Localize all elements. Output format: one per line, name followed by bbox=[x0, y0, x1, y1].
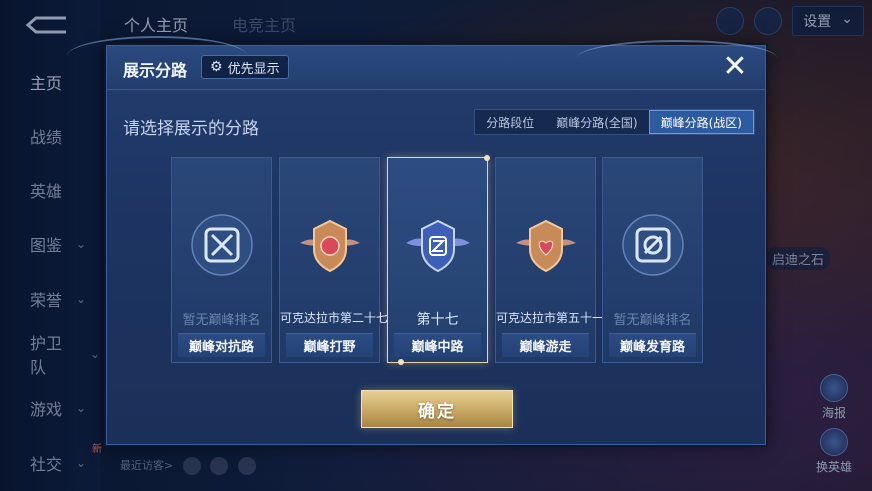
lane-card-bottom[interactable]: 暂无巅峰排名 巅峰发育路 bbox=[602, 157, 703, 363]
close-icon[interactable]: ✕ bbox=[719, 52, 751, 84]
dialog-subtitle: 请选择展示的分路 bbox=[123, 119, 259, 139]
lane-label: 巅峰游走 bbox=[502, 333, 589, 357]
rank-text: 可克达拉市第五十一 bbox=[496, 311, 605, 325]
lane-type-segmented-control: 分路段位 巅峰分路(全国) 巅峰分路(战区) bbox=[474, 109, 755, 135]
rank-text: 可克达拉市第二十七 bbox=[280, 311, 389, 325]
support-emblem-icon bbox=[515, 219, 576, 273]
marksman-icon bbox=[621, 214, 684, 276]
lane-label: 巅峰对抗路 bbox=[178, 333, 265, 357]
rank-text: 暂无巅峰排名 bbox=[182, 313, 261, 328]
jungle-emblem-icon bbox=[299, 219, 360, 273]
dialog-title: 展示分路 bbox=[123, 61, 188, 80]
lane-display-dialog: 展示分路 ⚙ 优先显示 ✕ 请选择展示的分路 分路段位 巅峰分路(全国) 巅峰分… bbox=[67, 36, 777, 445]
segment-peak-national[interactable]: 巅峰分路(全国) bbox=[545, 110, 648, 134]
lane-label: 巅峰打野 bbox=[286, 333, 373, 357]
lane-card-support[interactable]: 可克达拉市第五十一 巅峰游走 bbox=[495, 157, 605, 363]
lane-card-top[interactable]: 暂无巅峰排名 巅峰对抗路 bbox=[171, 157, 272, 363]
gear-icon: ⚙ bbox=[210, 59, 223, 75]
selection-corner-dot bbox=[484, 155, 490, 161]
priority-label: 优先显示 bbox=[227, 61, 280, 77]
lane-label: 巅峰发育路 bbox=[609, 333, 696, 357]
segment-peak-region[interactable]: 巅峰分路(战区) bbox=[648, 110, 754, 134]
lane-cards: 暂无巅峰排名 巅峰对抗路 可克达拉市第二十七 巅峰打野 第十七 巅峰中路 可克达… bbox=[171, 155, 703, 365]
lane-card-mid[interactable]: 第十七 巅峰中路 bbox=[387, 155, 490, 365]
lane-label: 巅峰中路 bbox=[394, 333, 481, 357]
rank-text: 暂无巅峰排名 bbox=[613, 313, 692, 328]
lane-card-jungle[interactable]: 可克达拉市第二十七 巅峰打野 bbox=[279, 157, 389, 363]
mid-emblem-icon bbox=[405, 219, 470, 273]
confirm-button[interactable]: 确定 bbox=[361, 390, 513, 428]
dialog-header: 展示分路 ⚙ 优先显示 ✕ bbox=[67, 36, 777, 90]
rank-text: 第十七 bbox=[416, 312, 459, 328]
segment-lane-rank[interactable]: 分路段位 bbox=[475, 110, 545, 134]
priority-display-button[interactable]: ⚙ 优先显示 bbox=[201, 55, 289, 79]
sword-shield-icon bbox=[190, 214, 253, 276]
selection-corner-dot bbox=[398, 359, 404, 365]
